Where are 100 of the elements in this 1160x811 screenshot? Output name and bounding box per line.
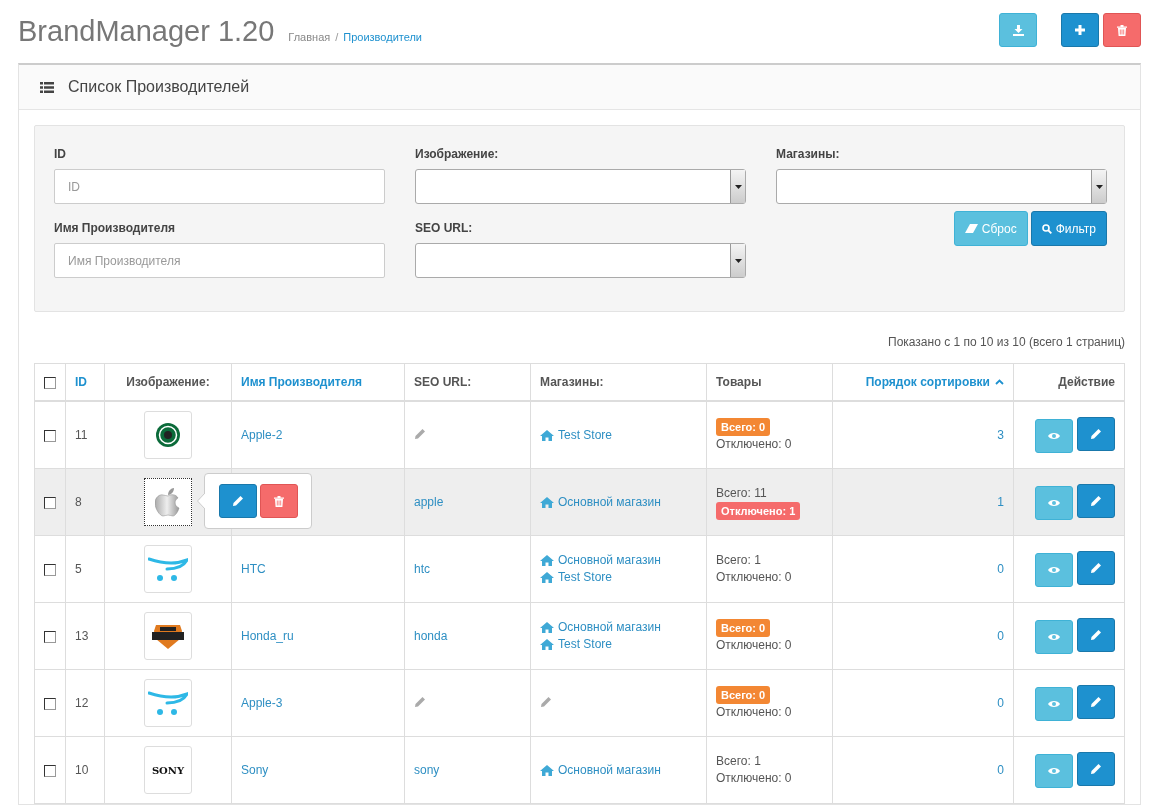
- view-button[interactable]: [1034, 687, 1073, 721]
- checkbox[interactable]: [44, 376, 56, 389]
- table-row[interactable]: 10 SONY Sony sony Основной магазин Всего: 1 Отключено: 0 0: [34, 736, 1125, 804]
- field-label: Изображение:: [415, 146, 500, 162]
- table-row[interactable]: 12 Apple-3 Всего: 0 Отключено: 0 0: [34, 669, 1125, 737]
- table-row[interactable]: 13 Honda_ru honda Основной магазин Test Store Всего: 0 Отключено: 0 0: [34, 602, 1125, 670]
- total-text: Всего: 11: [716, 484, 768, 502]
- field-label: Магазины:: [776, 146, 841, 162]
- checkbox[interactable]: [44, 630, 56, 643]
- edit-image-button[interactable]: [219, 484, 257, 518]
- sort-order-link[interactable]: 3: [997, 428, 1004, 442]
- home-icon: [540, 572, 554, 583]
- pencil-icon: [1090, 763, 1102, 775]
- id-text: 10: [75, 763, 89, 777]
- column-header: Изображение:: [126, 375, 210, 389]
- store-link[interactable]: Основной магазин: [540, 552, 697, 569]
- manufacturer-link[interactable]: Honda_ru: [241, 629, 294, 643]
- edit-button[interactable]: [1077, 618, 1115, 652]
- reset-button[interactable]: Сброс: [953, 211, 1028, 246]
- sort-order-link[interactable]: 1: [997, 495, 1004, 509]
- home-icon: [540, 496, 554, 508]
- cart-drawing: [148, 690, 188, 716]
- sort-order-link[interactable]: 0: [997, 562, 1004, 576]
- manufacturer-link[interactable]: Apple-3: [241, 696, 283, 710]
- logo-thumbnail[interactable]: SONY: [144, 746, 192, 794]
- list-icon: [40, 81, 54, 93]
- store-link[interactable]: Test Store: [540, 569, 697, 586]
- pencil-icon: [414, 695, 426, 708]
- pencil-icon: [414, 427, 426, 440]
- pencil-icon: [1090, 562, 1102, 574]
- field-label: ID: [54, 146, 67, 162]
- view-button[interactable]: [1034, 553, 1073, 587]
- input-field[interactable]: Имя Производителя: [54, 243, 385, 278]
- select-field[interactable]: [415, 169, 746, 204]
- view-button[interactable]: [1034, 486, 1073, 520]
- total-badge: Всего: 0: [716, 618, 771, 637]
- home-icon: [540, 555, 554, 566]
- manufacturer-link[interactable]: HTC: [241, 562, 266, 576]
- view-button[interactable]: [1034, 419, 1073, 453]
- table-row[interactable]: 11 Apple-2 Test Store Всего: 0 Отключено: 0 3: [34, 401, 1125, 469]
- store-link[interactable]: Test Store: [540, 636, 697, 653]
- column-sort-link[interactable]: ID: [75, 375, 87, 389]
- delete-image-button[interactable]: [260, 484, 298, 518]
- select-field[interactable]: [415, 243, 746, 278]
- shield-emblem-drawing: [152, 623, 184, 649]
- edit-button[interactable]: [1077, 752, 1115, 786]
- view-button[interactable]: [1034, 620, 1073, 654]
- disabled-text: Отключено: 0: [716, 569, 793, 586]
- delete-button[interactable]: [1103, 13, 1141, 47]
- seo-url-link[interactable]: apple: [414, 495, 444, 509]
- logo-thumbnail[interactable]: [144, 478, 192, 526]
- home-icon: [540, 429, 554, 441]
- table-row[interactable]: 8 apple Основной магазин Всего: 11 Отключено: 1 1: [34, 468, 1125, 536]
- edit-button[interactable]: [1077, 685, 1115, 719]
- id-text: 8: [75, 495, 82, 509]
- total-text: Всего: 1: [716, 753, 762, 770]
- store-link[interactable]: Основной магазин: [540, 619, 697, 636]
- edit-button[interactable]: [1077, 417, 1115, 451]
- add-button[interactable]: [1061, 13, 1099, 47]
- eye-icon: [1047, 499, 1060, 507]
- breadcrumb-link[interactable]: Производители: [343, 31, 422, 43]
- id-text: 13: [75, 629, 89, 643]
- trash-icon: [1117, 24, 1127, 36]
- input-field[interactable]: ID: [54, 169, 385, 204]
- pencil-icon: [540, 695, 552, 708]
- download-button[interactable]: [999, 13, 1037, 47]
- home-icon: [540, 639, 554, 650]
- round-emblem-drawing: [156, 423, 180, 447]
- seo-url-link[interactable]: honda: [414, 629, 448, 643]
- checkbox[interactable]: [44, 764, 56, 777]
- checkbox[interactable]: [44, 697, 56, 710]
- seo-url-link[interactable]: sony: [414, 763, 440, 777]
- checkbox[interactable]: [44, 496, 56, 509]
- column-header: Товары: [716, 375, 762, 389]
- view-button[interactable]: [1034, 754, 1073, 788]
- breadcrumb-link[interactable]: Главная: [288, 31, 331, 43]
- filter-button[interactable]: Фильтр: [1030, 211, 1107, 246]
- edit-button[interactable]: [1077, 551, 1115, 585]
- checkbox[interactable]: [44, 563, 56, 576]
- select-field[interactable]: [776, 169, 1107, 204]
- manufacturer-link[interactable]: Apple-2: [241, 428, 283, 442]
- edit-button[interactable]: [1077, 484, 1115, 518]
- manufacturer-link[interactable]: Sony: [241, 763, 269, 777]
- disabled-text: Отключено: 0: [716, 703, 793, 721]
- caret-down-icon: [734, 184, 742, 189]
- eye-icon: [1047, 700, 1060, 708]
- home-icon: [540, 622, 554, 633]
- trash-icon: [274, 495, 284, 507]
- seo-url-link[interactable]: htc: [414, 562, 430, 576]
- field-label: SEO URL:: [415, 220, 474, 236]
- sort-order-link[interactable]: 0: [997, 629, 1004, 643]
- disabled-text: Отключено: 0: [716, 435, 793, 453]
- breadcrumb-separator: /: [335, 31, 339, 43]
- sort-order-link[interactable]: 0: [997, 696, 1004, 710]
- sort-order-link[interactable]: 0: [997, 763, 1004, 777]
- pencil-icon: [1090, 428, 1102, 440]
- eraser-icon: [964, 224, 978, 233]
- table-row[interactable]: 5 HTC htc Основной магазин Test Store Всего: 1 Отключено: 0 0: [34, 535, 1125, 603]
- checkbox[interactable]: [44, 429, 56, 442]
- pencil-icon: [1090, 629, 1102, 641]
